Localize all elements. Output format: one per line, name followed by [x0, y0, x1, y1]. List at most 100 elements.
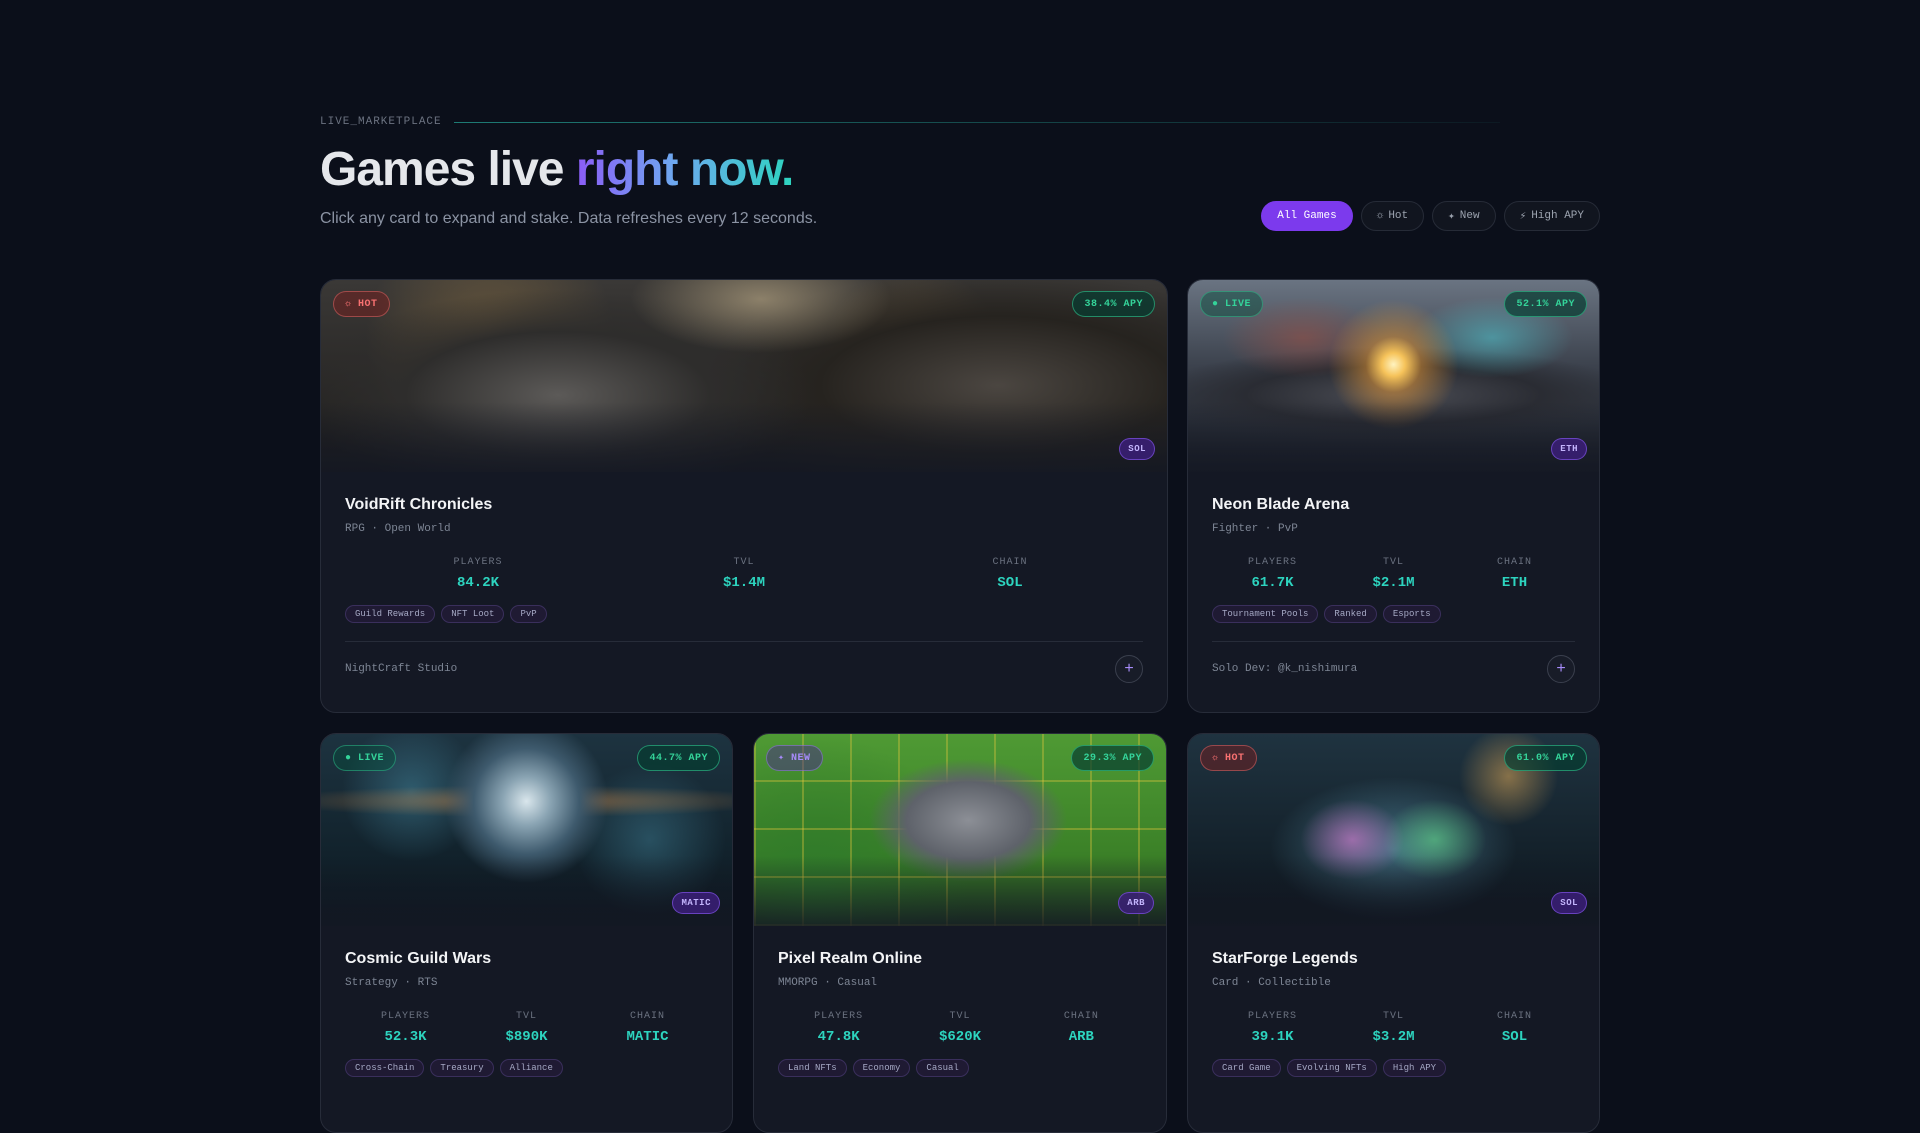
- stat-tvl: TVL $3.2M: [1333, 1011, 1454, 1045]
- page-title: Games live right now.: [320, 142, 795, 197]
- filter-label: All Games: [1277, 210, 1337, 222]
- game-cover-image: ☼ HOT 38.4% APY SOL: [321, 280, 1167, 472]
- studio-name: Solo Dev: @k_nishimura: [1212, 662, 1358, 675]
- stat-value: $620K: [938, 1029, 981, 1045]
- game-genre: MMORPG · Casual: [778, 977, 878, 989]
- studio-name: NightCraft Studio: [345, 662, 458, 675]
- stat-label: PLAYERS: [380, 1011, 430, 1022]
- tag: NFT Loot: [441, 605, 505, 623]
- stat-players: PLAYERS 47.8K: [778, 1011, 899, 1045]
- stat-label: PLAYERS: [814, 1011, 864, 1022]
- filter-new[interactable]: ✦ New: [1432, 201, 1496, 231]
- game-title: Pixel Realm Online: [778, 950, 923, 967]
- tag: Treasury: [430, 1059, 494, 1077]
- tag: Evolving NFTs: [1286, 1059, 1377, 1077]
- game-cover-image: ● LIVE 44.7% APY MATIC: [321, 734, 732, 926]
- card-footer: NightCraft Studio +: [345, 641, 1143, 695]
- card-footer: Solo Dev: @k_nishimura +: [1212, 641, 1575, 695]
- stat-label: PLAYERS: [1247, 1011, 1297, 1022]
- tag-list: Cross-Chain Treasury Alliance: [345, 1059, 708, 1077]
- stat-chain: CHAIN SOL: [1454, 1011, 1575, 1045]
- stat-label: CHAIN: [1496, 1011, 1532, 1022]
- game-card-cosmic-guild[interactable]: ● LIVE 44.7% APY MATIC Cosmic Guild Wars…: [320, 733, 733, 1133]
- stats-row: PLAYERS 84.2K TVL $1.4M CHAIN SOL: [345, 557, 1143, 591]
- stat-value: 61.7K: [1251, 575, 1294, 591]
- card-body: VoidRift Chronicles RPG · Open World PLA…: [321, 472, 1167, 695]
- stat-players: PLAYERS 61.7K: [1212, 557, 1333, 591]
- tag: Cross-Chain: [345, 1059, 425, 1077]
- tag-list: Card Game Evolving NFTs High APY: [1212, 1059, 1575, 1077]
- filter-all-games[interactable]: All Games: [1261, 201, 1353, 231]
- game-genre: Strategy · RTS: [345, 977, 438, 989]
- stats-row: PLAYERS 39.1K TVL $3.2M CHAIN SOL: [1212, 1011, 1575, 1045]
- game-card-starforge[interactable]: ☼ HOT 61.0% APY SOL StarForge Legends Ca…: [1187, 733, 1600, 1133]
- game-genre: Card · Collectible: [1212, 977, 1331, 989]
- cover-fade: [321, 402, 1167, 472]
- status-badge-new: ✦ NEW: [766, 745, 823, 771]
- stat-chain: CHAIN ARB: [1021, 1011, 1142, 1045]
- chain-badge: SOL: [1119, 438, 1155, 460]
- stat-tvl: TVL $890K: [466, 1011, 587, 1045]
- stat-label: TVL: [949, 1011, 971, 1022]
- filter-label: High APY: [1531, 210, 1584, 222]
- cover-fade: [754, 856, 1166, 926]
- status-badge-live: ● LIVE: [333, 745, 397, 771]
- status-badge-live: ● LIVE: [1200, 291, 1264, 317]
- sun-icon: ☼: [1376, 210, 1384, 222]
- expand-plus-icon[interactable]: +: [1547, 654, 1575, 683]
- stat-label: TVL: [1382, 1011, 1404, 1022]
- stat-tvl: TVL $620K: [899, 1011, 1020, 1045]
- stat-value: SOL: [997, 575, 1023, 591]
- cover-fade: [321, 856, 732, 926]
- tag-list: Land NFTs Economy Casual: [778, 1059, 1142, 1077]
- game-card-neon-blade[interactable]: ● LIVE 52.1% APY ETH Neon Blade Arena Fi…: [1187, 279, 1600, 713]
- game-card-voidrift[interactable]: ☼ HOT 38.4% APY SOL VoidRift Chronicles …: [320, 279, 1168, 713]
- status-badge-hot: ☼ HOT: [1200, 745, 1257, 771]
- stat-label: TVL: [733, 557, 755, 568]
- chain-badge: SOL: [1551, 892, 1587, 914]
- apy-badge: 29.3% APY: [1071, 745, 1154, 771]
- marketplace-section: LIVE_MARKETPLACE Games live right now. C…: [320, 0, 1600, 1133]
- expand-plus-icon[interactable]: +: [1115, 654, 1143, 683]
- stat-value: $890K: [505, 1029, 548, 1045]
- stat-label: CHAIN: [1496, 557, 1532, 568]
- cover-fade: [1188, 402, 1599, 472]
- apy-badge: 61.0% APY: [1504, 745, 1587, 771]
- stat-value: 52.3K: [384, 1029, 427, 1045]
- game-title: Neon Blade Arena: [1212, 496, 1350, 513]
- stat-tvl: TVL $2.1M: [1333, 557, 1454, 591]
- tag-list: Guild Rewards NFT Loot PvP: [345, 605, 1143, 623]
- tag: Alliance: [499, 1059, 563, 1077]
- stats-row: PLAYERS 52.3K TVL $890K CHAIN MATIC: [345, 1011, 708, 1045]
- title-main: Games live: [320, 143, 576, 196]
- tag: Ranked: [1324, 605, 1377, 623]
- stat-value: MATIC: [626, 1029, 669, 1045]
- apy-badge: 44.7% APY: [637, 745, 720, 771]
- stat-value: 47.8K: [817, 1029, 860, 1045]
- tag: Land NFTs: [778, 1059, 847, 1077]
- chain-badge: ETH: [1551, 438, 1587, 460]
- eyebrow-label: LIVE_MARKETPLACE: [320, 116, 442, 128]
- card-body: StarForge Legends Card · Collectible PLA…: [1188, 926, 1599, 1077]
- card-body: Neon Blade Arena Fighter · PvP PLAYERS 6…: [1188, 472, 1599, 695]
- stat-value: SOL: [1501, 1029, 1528, 1045]
- tag: Esports: [1382, 605, 1441, 623]
- tag: Economy: [852, 1059, 911, 1077]
- game-card-pixel-realm[interactable]: ✦ NEW 29.3% APY ARB Pixel Realm Online M…: [753, 733, 1167, 1133]
- tag: Casual: [916, 1059, 969, 1077]
- lightning-icon: ⚡: [1519, 211, 1527, 223]
- stat-label: TVL: [1382, 557, 1404, 568]
- stats-row: PLAYERS 47.8K TVL $620K CHAIN ARB: [778, 1011, 1142, 1045]
- stat-value: ARB: [1068, 1029, 1094, 1045]
- title-accent: right now.: [575, 143, 795, 196]
- eyebrow-divider: [453, 121, 1500, 123]
- game-genre: Fighter · PvP: [1212, 523, 1298, 535]
- stat-value: $2.1M: [1372, 575, 1415, 591]
- filter-hot[interactable]: ☼ Hot: [1360, 201, 1425, 231]
- tag: Card Game: [1212, 1059, 1281, 1077]
- sparkle-icon: ✦: [1448, 211, 1455, 223]
- stat-label: PLAYERS: [453, 557, 503, 568]
- card-body: Pixel Realm Online MMORPG · Casual PLAYE…: [754, 926, 1166, 1077]
- filter-high-apy[interactable]: ⚡ High APY: [1503, 201, 1600, 231]
- section-eyebrow: LIVE_MARKETPLACE: [320, 116, 1500, 128]
